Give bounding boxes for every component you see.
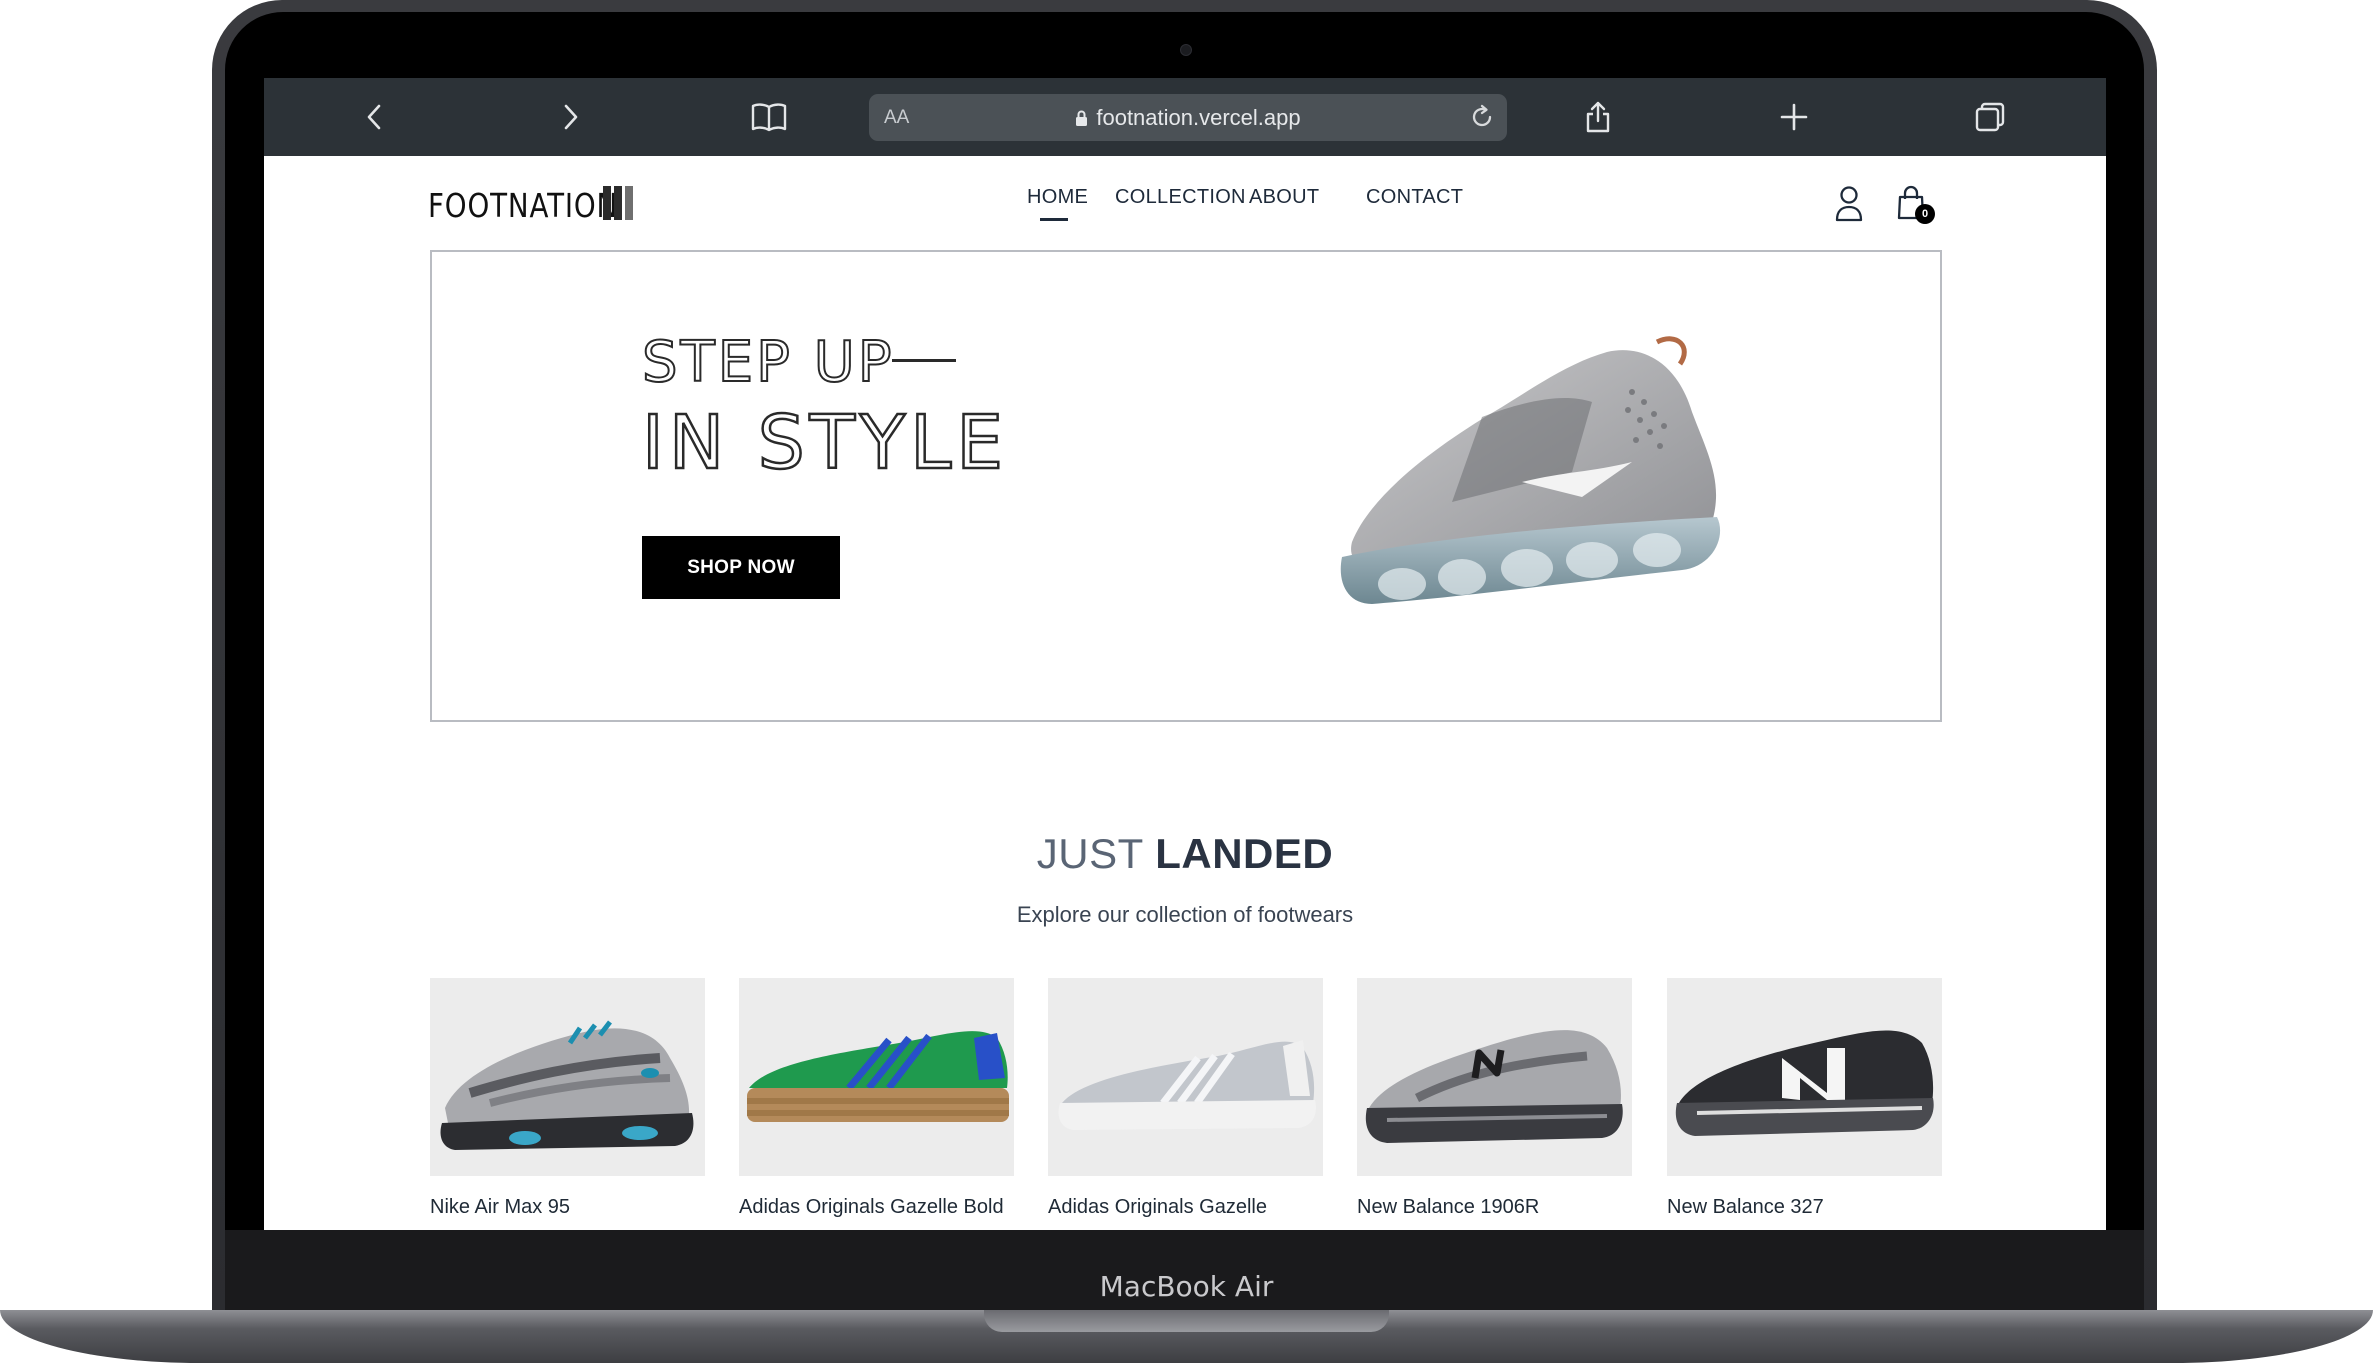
- product-name[interactable]: New Balance 1906R: [1357, 1196, 1632, 1219]
- product-name[interactable]: Adidas Originals Gazelle: [1048, 1196, 1323, 1219]
- tabs-icon: [1975, 102, 2005, 132]
- section-title-bold: LANDED: [1155, 830, 1334, 877]
- product-card[interactable]: New Balance 1906R: [1357, 978, 1632, 1219]
- product-card[interactable]: Adidas Originals Gazelle Bold: [739, 978, 1014, 1219]
- product-card[interactable]: New Balance 327: [1667, 978, 1942, 1219]
- chevron-left-icon: [367, 104, 381, 130]
- url-text: footnation.vercel.app: [1096, 105, 1301, 130]
- share-button[interactable]: [1576, 78, 1620, 156]
- hero-headline-line2: IN STYLE: [641, 399, 1009, 488]
- device-model-label: MacBook Air: [1099, 1270, 1274, 1303]
- hero-dash-divider: [892, 359, 956, 362]
- product-grid: Nike Air Max 95 Adidas Originals Gazelle…: [430, 978, 1942, 1230]
- product-image[interactable]: [1667, 978, 1942, 1176]
- nav-home[interactable]: HOME: [1027, 186, 1088, 209]
- hero-sneaker-image: [1340, 336, 1721, 604]
- nav-contact[interactable]: CONTACT: [1366, 186, 1463, 209]
- product-name[interactable]: Adidas Originals Gazelle Bold: [739, 1196, 1014, 1219]
- reload-icon[interactable]: [1469, 104, 1495, 135]
- address-bar[interactable]: AA footnation.vercel.app: [869, 94, 1507, 141]
- product-image[interactable]: [1357, 978, 1632, 1176]
- product-card[interactable]: Adidas Originals Gazelle: [1048, 978, 1323, 1219]
- section-title: JUST LANDED: [264, 830, 2106, 878]
- nav-collection[interactable]: COLLECTION: [1115, 186, 1246, 209]
- back-button[interactable]: [354, 78, 394, 156]
- share-icon: [1586, 101, 1610, 133]
- user-icon[interactable]: [1834, 185, 1864, 228]
- product-image[interactable]: [1048, 978, 1323, 1176]
- nav-about[interactable]: ABOUT: [1249, 186, 1319, 209]
- hero-banner: STEP UP IN STYLE SHOP NOW: [430, 250, 1942, 722]
- new-tab-button[interactable]: [1772, 78, 1816, 156]
- section-title-light: JUST: [1036, 830, 1144, 877]
- product-name[interactable]: Nike Air Max 95: [430, 1196, 705, 1219]
- nav-active-indicator: [1040, 218, 1068, 221]
- shop-now-button[interactable]: SHOP NOW: [642, 536, 840, 599]
- product-image[interactable]: [739, 978, 1014, 1176]
- tabs-overview-button[interactable]: [1968, 78, 2012, 156]
- camera-icon: [1180, 44, 1192, 56]
- book-icon: [751, 103, 787, 132]
- browser-toolbar: AA footnation.vercel.app: [264, 78, 2106, 156]
- hero-headline-line1: STEP UP: [641, 329, 895, 396]
- bookmarks-button[interactable]: [744, 78, 794, 156]
- url-display: footnation.vercel.app: [869, 105, 1507, 131]
- chevron-right-icon: [564, 104, 578, 130]
- product-image[interactable]: [430, 978, 705, 1176]
- laptop-notch: [984, 1310, 1389, 1332]
- product-card[interactable]: Nike Air Max 95: [430, 978, 705, 1219]
- screen: AA footnation.vercel.app FOOTNATION HOME…: [264, 78, 2106, 1230]
- forward-button[interactable]: [551, 78, 591, 156]
- main-nav: HOME COLLECTION ABOUT CONTACT: [264, 186, 2106, 226]
- cart-count-badge: 0: [1915, 204, 1935, 224]
- lock-icon: [1075, 106, 1088, 126]
- plus-icon: [1780, 103, 1808, 131]
- product-name[interactable]: New Balance 327: [1667, 1196, 1942, 1219]
- section-subtitle: Explore our collection of footwears: [1016, 902, 1354, 927]
